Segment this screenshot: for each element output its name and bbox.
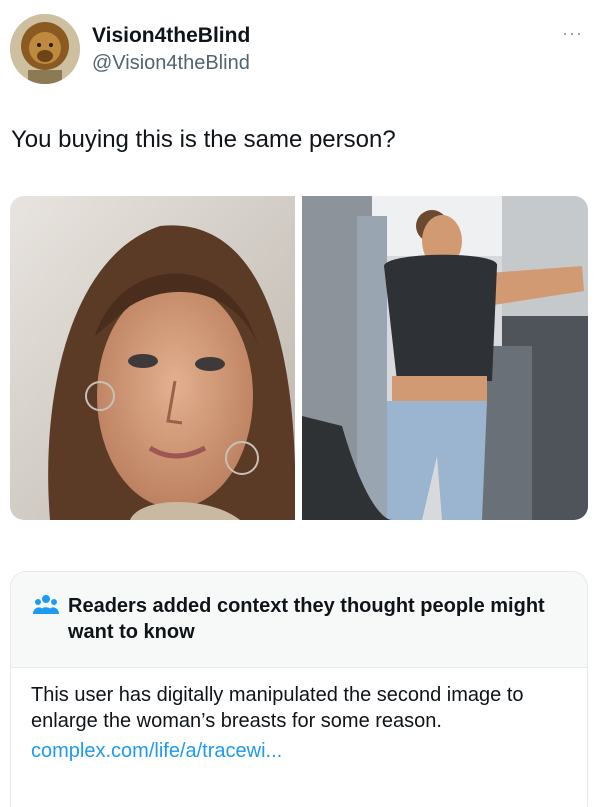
handle[interactable]: @Vision4theBlind [92,50,250,76]
tweet-text: You buying this is the same person? [11,126,396,153]
community-note-header: Readers added context they thought peopl… [11,572,587,668]
media-grid [10,196,588,520]
community-note-body: This user has digitally manipulated the … [11,668,587,766]
community-note-source-link[interactable]: complex.com/life/a/tracewi... [31,736,567,766]
community-note-title: Readers added context they thought peopl… [68,595,545,643]
community-note-text: This user has digitally manipulated the … [31,684,524,732]
people-icon [33,595,59,614]
avatar[interactable] [10,14,80,84]
photo-selfie[interactable] [10,196,295,520]
tweet-header: Vision4theBlind @Vision4theBlind ··· [10,14,589,88]
community-note: Readers added context they thought peopl… [10,571,588,807]
airplane-image [302,196,588,520]
display-name[interactable]: Vision4theBlind [92,22,250,50]
selfie-image [10,196,295,520]
lion-avatar-icon [10,14,80,84]
more-options-icon[interactable]: ··· [562,24,583,42]
author-names: Vision4theBlind @Vision4theBlind [92,22,250,76]
photo-airplane[interactable] [302,196,588,520]
